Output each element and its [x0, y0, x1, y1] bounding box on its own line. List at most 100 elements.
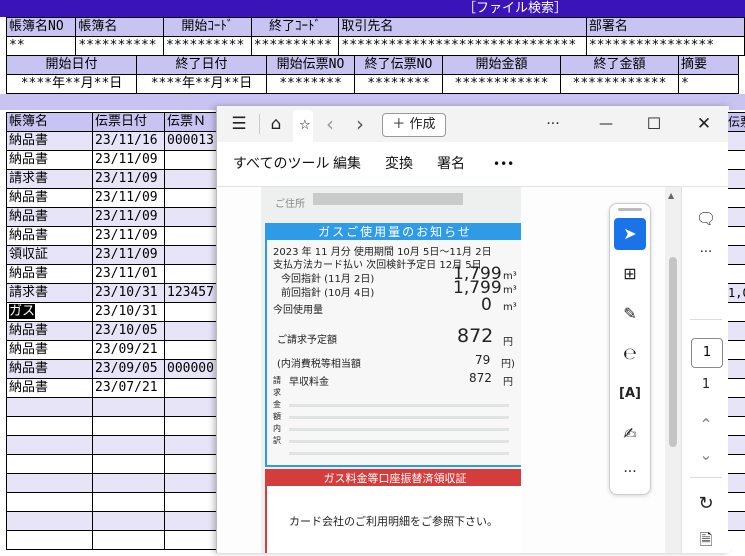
cell-date[interactable]	[92, 511, 165, 531]
document-canvas[interactable]: ご住所 ガスご使用量のお知らせ 2023 年 11 月分 使用期間 10月 5日…	[217, 187, 665, 553]
rotate-icon[interactable]: ↻	[682, 493, 730, 514]
table-row[interactable]	[6, 416, 225, 436]
cell-date[interactable]	[92, 435, 165, 455]
tab-convert[interactable]: 変換	[385, 142, 413, 186]
table-row[interactable]: 納品書 23/07/21	[6, 378, 225, 398]
highlight-pen-icon[interactable]: ✎	[614, 298, 646, 330]
cell-date[interactable]: 23/11/16	[92, 131, 165, 151]
field-end-amount[interactable]: ************	[560, 74, 679, 94]
cell-name[interactable]: ガス	[6, 302, 93, 322]
table-row[interactable]	[6, 435, 225, 455]
table-row[interactable]: 納品書 23/10/05	[6, 321, 225, 341]
more-options-icon[interactable]: ···	[539, 106, 567, 142]
cell-name[interactable]	[6, 492, 93, 512]
cell-date[interactable]: 23/09/05	[92, 359, 165, 379]
field-ledger-name[interactable]: **********	[75, 36, 165, 56]
tab-all-tools[interactable]: すべてのツール	[233, 142, 329, 186]
cell-name[interactable]: 納品書	[6, 378, 93, 398]
table-row[interactable]: ガス 23/10/31	[6, 302, 225, 322]
tab-document[interactable]: ☆	[293, 110, 313, 142]
cell-name[interactable]	[6, 435, 93, 455]
scroll-thumb[interactable]	[669, 257, 677, 447]
fill-sign-icon[interactable]: ✍	[614, 418, 646, 450]
cell-name[interactable]: 領収証	[6, 245, 93, 265]
minimize-button[interactable]: —	[593, 106, 619, 142]
cell-date[interactable]: 23/10/31	[92, 302, 165, 322]
field-end-date[interactable]: ****年**月**日	[136, 74, 267, 94]
cell-date[interactable]: 23/07/21	[92, 378, 165, 398]
table-row[interactable]	[6, 454, 225, 474]
cell-name[interactable]	[6, 511, 93, 531]
cell-date[interactable]	[92, 416, 165, 436]
cell-name[interactable]: 納品書	[6, 131, 93, 151]
cell-date[interactable]: 23/11/09	[92, 207, 165, 227]
cell-name[interactable]	[6, 454, 93, 474]
table-row[interactable]	[6, 492, 225, 512]
tab-more[interactable]: •••	[493, 142, 514, 186]
field-end-slip-no[interactable]: ********	[354, 74, 443, 94]
cell-date[interactable]	[92, 473, 165, 493]
back-icon[interactable]: ‹	[319, 106, 341, 142]
col-slip-date[interactable]: 伝票日付	[92, 112, 165, 132]
field-memo[interactable]: *	[678, 74, 739, 94]
table-row[interactable]	[6, 511, 225, 531]
cell-date[interactable]: 23/11/09	[92, 245, 165, 265]
table-row[interactable]: 納品書 23/09/05 000000	[6, 359, 225, 379]
field-client-name[interactable]: ******************************	[338, 36, 587, 56]
tab-sign[interactable]: 署名	[437, 142, 465, 186]
cell-name[interactable]: 請求書	[6, 283, 93, 303]
cell-date[interactable]	[92, 397, 165, 417]
table-row[interactable]: 納品書 23/11/09	[6, 226, 225, 246]
col-ledger-name[interactable]: 帳簿名	[6, 112, 93, 132]
table-row[interactable]	[6, 473, 225, 493]
cell-name[interactable]	[6, 397, 93, 417]
field-start-code[interactable]: **********	[163, 36, 252, 56]
cell-date[interactable]: 23/09/21	[92, 340, 165, 360]
cell-name[interactable]: 納品書	[6, 150, 93, 170]
table-row[interactable]: 請求書 23/10/31 123457	[6, 283, 225, 303]
cell-name[interactable]: 納品書	[6, 188, 93, 208]
table-row[interactable]: 請求書 23/11/09	[6, 169, 225, 189]
cell-date[interactable]: 23/11/09	[92, 226, 165, 246]
maximize-button[interactable]: ☐	[641, 106, 667, 142]
field-start-date[interactable]: ****年**月**日	[6, 74, 137, 94]
field-end-code[interactable]: **********	[250, 36, 340, 56]
draw-icon[interactable]: ℮	[614, 338, 646, 370]
scroll-up-icon[interactable]: ▲	[668, 191, 674, 200]
close-button[interactable]: ✕	[691, 106, 717, 142]
cell-name[interactable]	[6, 473, 93, 493]
field-start-amount[interactable]: ************	[442, 74, 561, 94]
table-row[interactable]: 領収証 23/11/09	[6, 245, 225, 265]
table-row[interactable]: 納品書 23/11/09	[6, 188, 225, 208]
table-row[interactable]: 納品書 23/11/09	[6, 150, 225, 170]
field-start-slip-no[interactable]: ********	[266, 74, 355, 94]
table-row[interactable]	[6, 530, 225, 550]
cell-name[interactable]	[6, 416, 93, 436]
vertical-scrollbar[interactable]: ▲	[665, 187, 681, 553]
cell-date[interactable]	[92, 454, 165, 474]
cell-date[interactable]	[92, 492, 165, 512]
cell-date[interactable]	[92, 530, 165, 550]
select-tool-icon[interactable]: ➤	[614, 218, 646, 250]
field-department[interactable]: ****************	[585, 36, 745, 56]
home-icon[interactable]: ⌂	[263, 106, 289, 142]
drag-handle[interactable]	[618, 208, 642, 211]
cell-name[interactable]: 請求書	[6, 169, 93, 189]
tab-edit[interactable]: 編集	[333, 142, 361, 186]
forward-icon[interactable]: ›	[349, 106, 371, 142]
table-row[interactable]	[6, 397, 225, 417]
add-comment-icon[interactable]: ⊞	[614, 258, 646, 290]
cell-name[interactable]	[6, 530, 93, 550]
zoom-up-icon[interactable]: ⌃	[682, 415, 730, 434]
cell-name[interactable]: 納品書	[6, 359, 93, 379]
table-row[interactable]: 納品書 23/11/16 000013	[6, 131, 225, 151]
comment-icon[interactable]: 🗨	[682, 209, 730, 228]
more-icon[interactable]: ···	[682, 245, 730, 260]
cell-name[interactable]: 納品書	[6, 321, 93, 341]
cell-name[interactable]: 納品書	[6, 226, 93, 246]
cell-name[interactable]: 納品書	[6, 340, 93, 360]
table-row[interactable]: 納品書 23/11/01	[6, 264, 225, 284]
cell-date[interactable]: 23/10/31	[92, 283, 165, 303]
cell-date[interactable]: 23/11/09	[92, 150, 165, 170]
page-fit-icon[interactable]: 🗎	[682, 529, 730, 556]
